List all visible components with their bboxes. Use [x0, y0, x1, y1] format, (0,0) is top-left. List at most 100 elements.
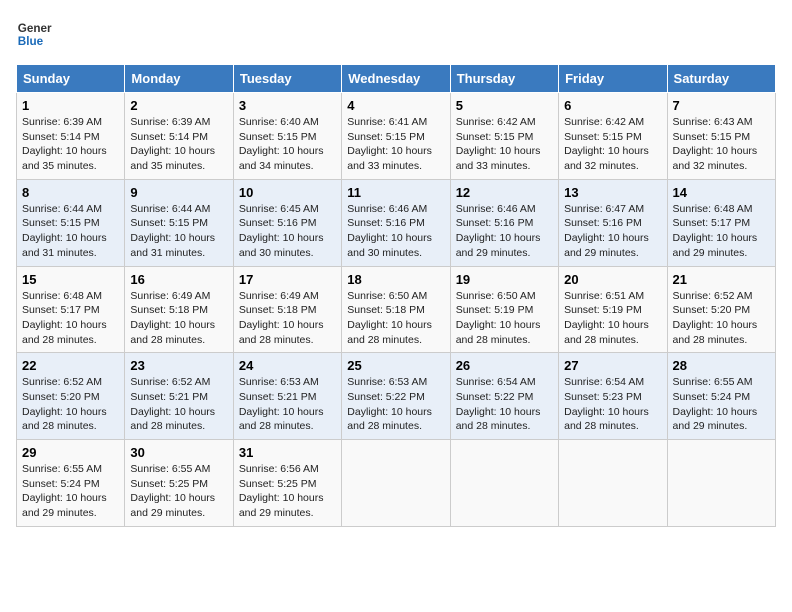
day-number: 23 — [130, 358, 227, 373]
day-number: 21 — [673, 272, 770, 287]
day-number: 5 — [456, 98, 553, 113]
day-number: 22 — [22, 358, 119, 373]
calendar-week-3: 22 Sunrise: 6:52 AM Sunset: 5:20 PM Dayli… — [17, 353, 776, 440]
day-detail: Sunrise: 6:45 AM Sunset: 5:16 PM Dayligh… — [239, 202, 336, 261]
calendar-cell — [667, 440, 775, 527]
day-detail: Sunrise: 6:44 AM Sunset: 5:15 PM Dayligh… — [22, 202, 119, 261]
page-header: General Blue — [16, 16, 776, 52]
day-detail: Sunrise: 6:55 AM Sunset: 5:24 PM Dayligh… — [22, 462, 119, 521]
day-detail: Sunrise: 6:52 AM Sunset: 5:21 PM Dayligh… — [130, 375, 227, 434]
header-friday: Friday — [559, 65, 667, 93]
day-number: 10 — [239, 185, 336, 200]
header-tuesday: Tuesday — [233, 65, 341, 93]
calendar-cell: 4 Sunrise: 6:41 AM Sunset: 5:15 PM Daylig… — [342, 93, 450, 180]
day-number: 2 — [130, 98, 227, 113]
day-number: 9 — [130, 185, 227, 200]
header-sunday: Sunday — [17, 65, 125, 93]
day-number: 7 — [673, 98, 770, 113]
day-number: 17 — [239, 272, 336, 287]
day-detail: Sunrise: 6:55 AM Sunset: 5:24 PM Dayligh… — [673, 375, 770, 434]
day-detail: Sunrise: 6:50 AM Sunset: 5:19 PM Dayligh… — [456, 289, 553, 348]
day-number: 6 — [564, 98, 661, 113]
logo: General Blue — [16, 16, 56, 52]
calendar-cell: 30 Sunrise: 6:55 AM Sunset: 5:25 PM Dayli… — [125, 440, 233, 527]
calendar-week-1: 8Sunrise: 6:44 AM Sunset: 5:15 PM Daylig… — [17, 179, 776, 266]
day-number: 24 — [239, 358, 336, 373]
day-detail: Sunrise: 6:52 AM Sunset: 5:20 PM Dayligh… — [673, 289, 770, 348]
calendar-cell: 11 Sunrise: 6:46 AM Sunset: 5:16 PM Dayli… — [342, 179, 450, 266]
calendar-cell: 31 Sunrise: 6:56 AM Sunset: 5:25 PM Dayli… — [233, 440, 341, 527]
day-number: 18 — [347, 272, 444, 287]
day-number: 16 — [130, 272, 227, 287]
calendar-table: SundayMondayTuesdayWednesdayThursdayFrid… — [16, 64, 776, 527]
day-detail: Sunrise: 6:40 AM Sunset: 5:15 PM Dayligh… — [239, 115, 336, 174]
day-detail: Sunrise: 6:48 AM Sunset: 5:17 PM Dayligh… — [22, 289, 119, 348]
calendar-cell: 28Sunrise: 6:55 AM Sunset: 5:24 PM Dayli… — [667, 353, 775, 440]
day-number: 31 — [239, 445, 336, 460]
svg-text:General: General — [18, 22, 52, 35]
calendar-cell — [342, 440, 450, 527]
calendar-cell: 1 Sunrise: 6:39 AM Sunset: 5:14 PM Daylig… — [17, 93, 125, 180]
calendar-cell: 5 Sunrise: 6:42 AM Sunset: 5:15 PM Daylig… — [450, 93, 558, 180]
calendar-cell: 25 Sunrise: 6:53 AM Sunset: 5:22 PM Dayli… — [342, 353, 450, 440]
day-detail: Sunrise: 6:42 AM Sunset: 5:15 PM Dayligh… — [456, 115, 553, 174]
day-detail: Sunrise: 6:54 AM Sunset: 5:23 PM Dayligh… — [564, 375, 661, 434]
day-detail: Sunrise: 6:53 AM Sunset: 5:21 PM Dayligh… — [239, 375, 336, 434]
calendar-cell: 17 Sunrise: 6:49 AM Sunset: 5:18 PM Dayli… — [233, 266, 341, 353]
calendar-cell: 14Sunrise: 6:48 AM Sunset: 5:17 PM Dayli… — [667, 179, 775, 266]
calendar-cell — [450, 440, 558, 527]
calendar-week-2: 15 Sunrise: 6:48 AM Sunset: 5:17 PM Dayli… — [17, 266, 776, 353]
day-detail: Sunrise: 6:47 AM Sunset: 5:16 PM Dayligh… — [564, 202, 661, 261]
calendar-week-4: 29Sunrise: 6:55 AM Sunset: 5:24 PM Dayli… — [17, 440, 776, 527]
day-detail: Sunrise: 6:56 AM Sunset: 5:25 PM Dayligh… — [239, 462, 336, 521]
day-detail: Sunrise: 6:49 AM Sunset: 5:18 PM Dayligh… — [130, 289, 227, 348]
calendar-week-0: 1 Sunrise: 6:39 AM Sunset: 5:14 PM Daylig… — [17, 93, 776, 180]
day-detail: Sunrise: 6:51 AM Sunset: 5:19 PM Dayligh… — [564, 289, 661, 348]
header-wednesday: Wednesday — [342, 65, 450, 93]
calendar-cell: 26 Sunrise: 6:54 AM Sunset: 5:22 PM Dayli… — [450, 353, 558, 440]
logo-icon: General Blue — [16, 16, 52, 52]
day-number: 30 — [130, 445, 227, 460]
day-number: 4 — [347, 98, 444, 113]
day-detail: Sunrise: 6:39 AM Sunset: 5:14 PM Dayligh… — [22, 115, 119, 174]
day-detail: Sunrise: 6:55 AM Sunset: 5:25 PM Dayligh… — [130, 462, 227, 521]
calendar-cell: 18 Sunrise: 6:50 AM Sunset: 5:18 PM Dayli… — [342, 266, 450, 353]
calendar-cell: 19Sunrise: 6:50 AM Sunset: 5:19 PM Dayli… — [450, 266, 558, 353]
calendar-cell: 16 Sunrise: 6:49 AM Sunset: 5:18 PM Dayli… — [125, 266, 233, 353]
day-detail: Sunrise: 6:46 AM Sunset: 5:16 PM Dayligh… — [347, 202, 444, 261]
day-number: 12 — [456, 185, 553, 200]
day-number: 25 — [347, 358, 444, 373]
header-monday: Monday — [125, 65, 233, 93]
calendar-cell: 20 Sunrise: 6:51 AM Sunset: 5:19 PM Dayli… — [559, 266, 667, 353]
header-saturday: Saturday — [667, 65, 775, 93]
day-number: 20 — [564, 272, 661, 287]
calendar-cell: 29Sunrise: 6:55 AM Sunset: 5:24 PM Dayli… — [17, 440, 125, 527]
calendar-cell: 2Sunrise: 6:39 AM Sunset: 5:14 PM Daylig… — [125, 93, 233, 180]
svg-text:Blue: Blue — [18, 35, 44, 48]
day-detail: Sunrise: 6:48 AM Sunset: 5:17 PM Dayligh… — [673, 202, 770, 261]
day-number: 15 — [22, 272, 119, 287]
day-number: 11 — [347, 185, 444, 200]
day-detail: Sunrise: 6:54 AM Sunset: 5:22 PM Dayligh… — [456, 375, 553, 434]
calendar-cell: 15 Sunrise: 6:48 AM Sunset: 5:17 PM Dayli… — [17, 266, 125, 353]
calendar-cell: 8Sunrise: 6:44 AM Sunset: 5:15 PM Daylig… — [17, 179, 125, 266]
day-detail: Sunrise: 6:53 AM Sunset: 5:22 PM Dayligh… — [347, 375, 444, 434]
calendar-header-row: SundayMondayTuesdayWednesdayThursdayFrid… — [17, 65, 776, 93]
day-detail: Sunrise: 6:41 AM Sunset: 5:15 PM Dayligh… — [347, 115, 444, 174]
day-number: 27 — [564, 358, 661, 373]
day-detail: Sunrise: 6:52 AM Sunset: 5:20 PM Dayligh… — [22, 375, 119, 434]
calendar-cell — [559, 440, 667, 527]
day-detail: Sunrise: 6:42 AM Sunset: 5:15 PM Dayligh… — [564, 115, 661, 174]
day-detail: Sunrise: 6:50 AM Sunset: 5:18 PM Dayligh… — [347, 289, 444, 348]
calendar-cell: 6 Sunrise: 6:42 AM Sunset: 5:15 PM Daylig… — [559, 93, 667, 180]
day-detail: Sunrise: 6:49 AM Sunset: 5:18 PM Dayligh… — [239, 289, 336, 348]
calendar-cell: 10 Sunrise: 6:45 AM Sunset: 5:16 PM Dayli… — [233, 179, 341, 266]
calendar-cell: 27 Sunrise: 6:54 AM Sunset: 5:23 PM Dayli… — [559, 353, 667, 440]
calendar-cell: 12Sunrise: 6:46 AM Sunset: 5:16 PM Dayli… — [450, 179, 558, 266]
calendar-cell: 23 Sunrise: 6:52 AM Sunset: 5:21 PM Dayli… — [125, 353, 233, 440]
day-number: 1 — [22, 98, 119, 113]
calendar-cell: 9 Sunrise: 6:44 AM Sunset: 5:15 PM Daylig… — [125, 179, 233, 266]
day-number: 26 — [456, 358, 553, 373]
calendar-cell: 3Sunrise: 6:40 AM Sunset: 5:15 PM Daylig… — [233, 93, 341, 180]
day-detail: Sunrise: 6:44 AM Sunset: 5:15 PM Dayligh… — [130, 202, 227, 261]
